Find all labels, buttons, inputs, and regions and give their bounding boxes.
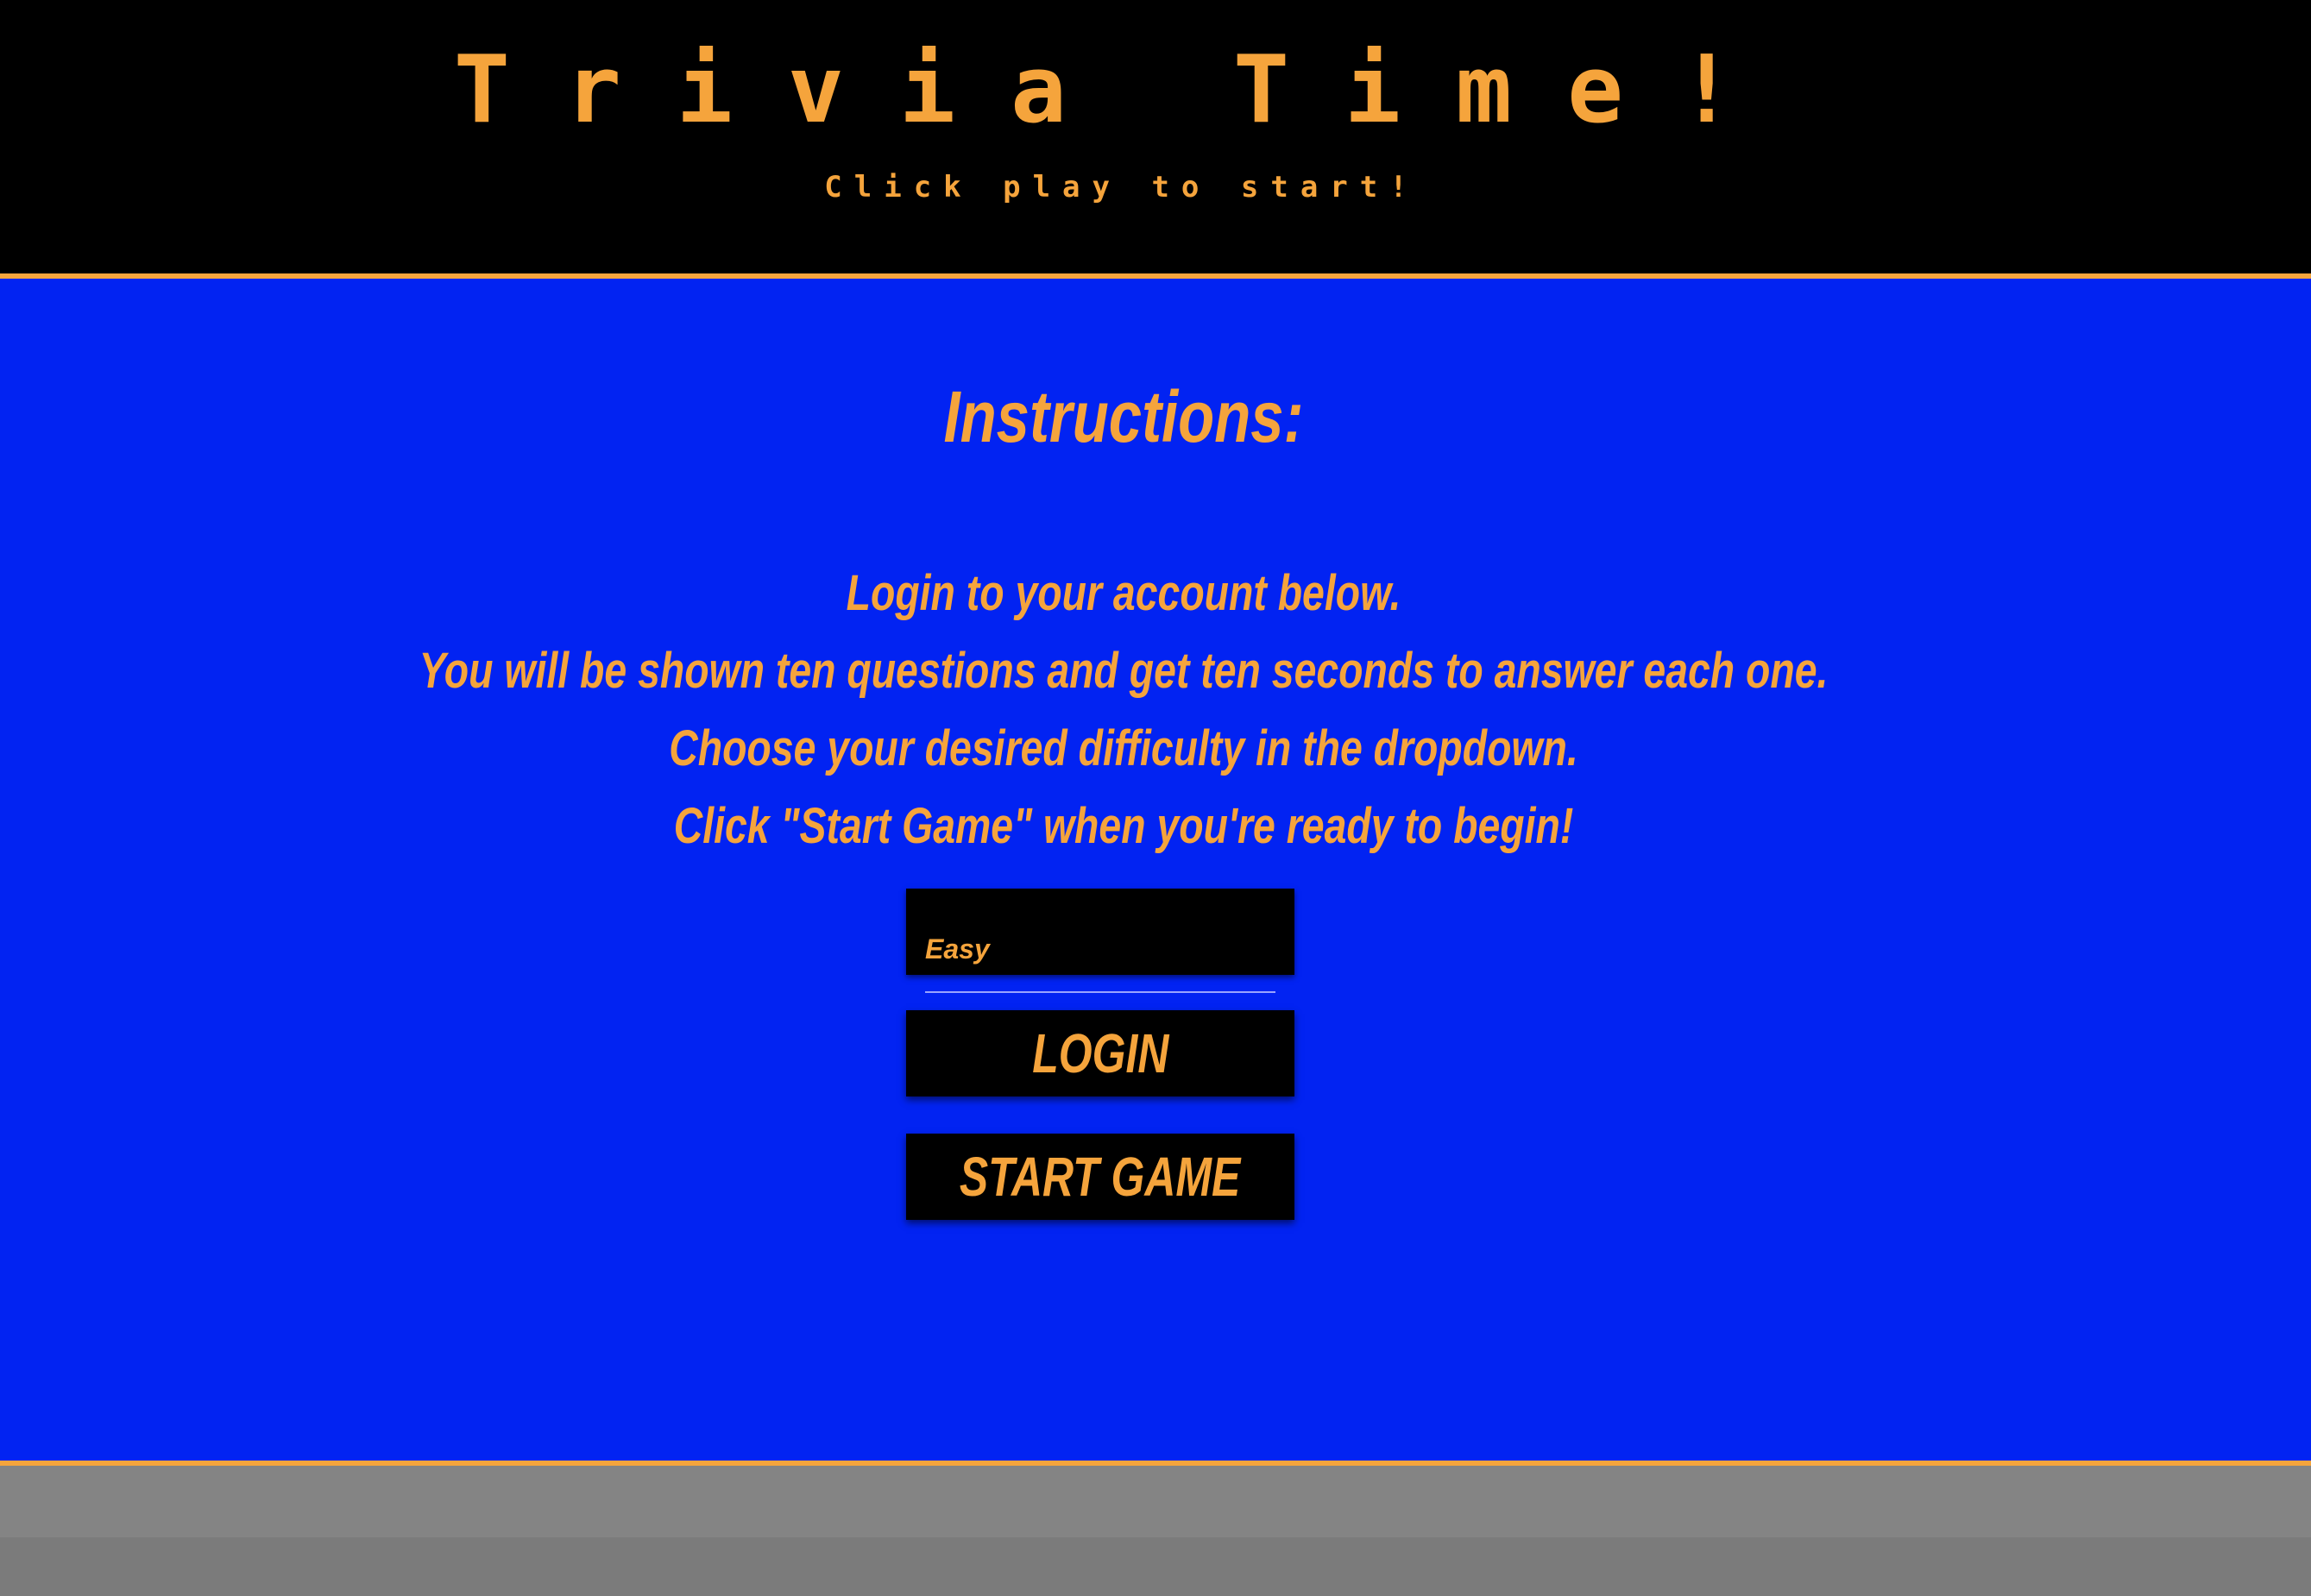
- login-button-label: LOGIN: [1031, 1022, 1169, 1084]
- instruction-line: Click "Start Game" when you're ready to …: [673, 798, 1574, 854]
- dropdown-underline: [925, 991, 1275, 993]
- header: Trivia Time! Click play to start!: [0, 0, 2311, 279]
- page-subtitle: Click play to start!: [824, 170, 1420, 204]
- instruction-line: Choose your desired difficulty in the dr…: [669, 720, 1578, 776]
- instruction-line: You will be shown ten questions and get …: [419, 643, 1829, 699]
- instructions-list: Login to your account below. You will be…: [224, 555, 2022, 865]
- instruction-line: Login to your account below.: [846, 565, 1401, 621]
- page: Trivia Time! Click play to start! Instru…: [0, 0, 2311, 1596]
- footer-bottom-band: [0, 1537, 2311, 1596]
- start-game-button-label: START GAME: [960, 1146, 1241, 1208]
- login-button[interactable]: LOGIN: [906, 1010, 1294, 1096]
- start-game-button[interactable]: START GAME: [906, 1134, 1294, 1220]
- difficulty-dropdown[interactable]: Easy: [906, 889, 1294, 975]
- main-content: Instructions: Login to your account belo…: [0, 279, 2311, 1461]
- difficulty-selected-value: Easy: [925, 933, 990, 965]
- page-title: Trivia Time!: [453, 36, 1791, 144]
- instructions-heading: Instructions:: [943, 376, 1304, 457]
